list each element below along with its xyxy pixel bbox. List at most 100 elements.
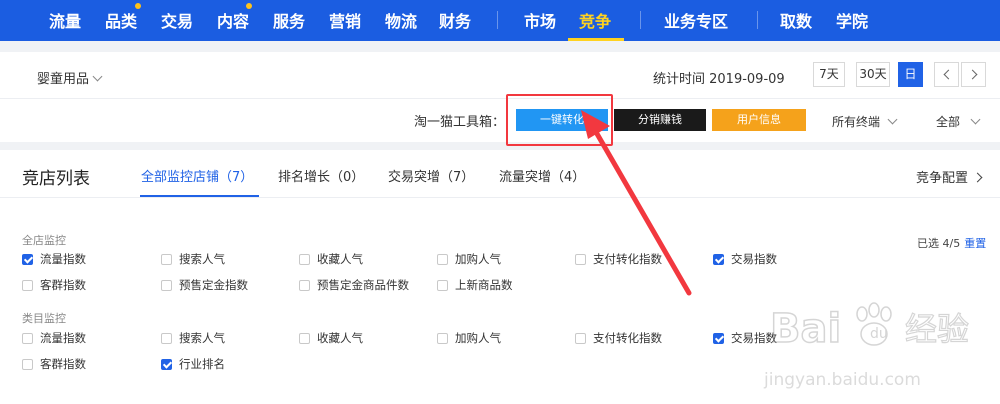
tab-rank-growth[interactable]: 排名增长（0）	[278, 166, 364, 185]
group-label-category: 类目监控	[22, 312, 66, 325]
nav-item-business-zone[interactable]: 业务专区	[664, 8, 728, 32]
period-7-days-button[interactable]: 7天	[813, 62, 845, 87]
chevron-right-icon	[967, 69, 978, 80]
user-info-button[interactable]: 用户信息	[712, 109, 806, 131]
checkbox-checked-icon	[713, 254, 724, 265]
nav-separator	[640, 11, 641, 29]
checkbox-store-cart-popularity[interactable]: 加购人气	[437, 251, 501, 267]
terminal-dropdown[interactable]: 所有终端	[832, 113, 898, 130]
nav-item-category[interactable]: 品类	[105, 8, 137, 32]
checkbox-label: 流量指数	[40, 252, 86, 266]
checkbox-label: 流量指数	[40, 331, 86, 345]
checkbox-cat-customer-index[interactable]: 客群指数	[22, 356, 86, 372]
period-day-button[interactable]: 日	[898, 62, 923, 87]
top-nav: 流量 品类 交易 内容 服务 营销 物流 财务 市场 竞争 业务专区 取数 学院	[0, 0, 1000, 41]
checkbox-icon	[161, 280, 172, 291]
toolbox-label: 淘一猫工具箱：	[414, 115, 506, 130]
tab-traffic-surge[interactable]: 流量突增（4）	[499, 166, 585, 185]
prev-date-button[interactable]	[934, 62, 959, 87]
selected-count: 已选 4/5 重置	[917, 235, 986, 251]
nav-separator	[497, 11, 498, 29]
chevron-right-icon	[972, 172, 983, 183]
annotation-highlight-box	[506, 94, 613, 146]
competition-config-link[interactable]: 竞争配置	[916, 167, 983, 186]
nav-item-logistics[interactable]: 物流	[385, 8, 417, 32]
checkbox-label: 交易指数	[731, 331, 777, 345]
checkbox-icon	[437, 333, 448, 344]
checkbox-icon	[437, 254, 448, 265]
checkbox-label: 收藏人气	[317, 331, 363, 345]
reset-link[interactable]: 重置	[964, 237, 986, 250]
checkbox-icon	[161, 333, 172, 344]
notification-dot-icon	[246, 3, 252, 9]
checkbox-label: 加购人气	[455, 331, 501, 345]
period-30-days-button[interactable]: 30天	[856, 62, 890, 87]
divider	[0, 197, 1000, 198]
nav-item-traffic[interactable]: 流量	[49, 8, 81, 32]
nav-item-finance[interactable]: 财务	[439, 8, 471, 32]
checkbox-label: 加购人气	[455, 252, 501, 266]
checkbox-icon	[22, 280, 33, 291]
checkbox-label: 客群指数	[40, 357, 86, 371]
nav-item-trade[interactable]: 交易	[161, 8, 193, 32]
chevron-down-icon	[92, 71, 103, 82]
checkbox-label: 搜索人气	[179, 252, 225, 266]
distribution-earn-button[interactable]: 分销赚钱	[614, 109, 706, 131]
category-dropdown[interactable]: 婴童用品	[37, 68, 103, 87]
checkbox-icon	[299, 254, 310, 265]
competitor-list-panel: 竞店列表 全部监控店铺（7） 排名增长（0） 交易突增（7） 流量突增（4） 竞…	[0, 150, 1000, 404]
divider	[0, 98, 1000, 99]
nav-item-fetch-data[interactable]: 取数	[780, 8, 812, 32]
chevron-down-icon	[887, 114, 898, 125]
checkbox-cat-pay-conversion[interactable]: 支付转化指数	[575, 330, 662, 346]
nav-item-service[interactable]: 服务	[273, 8, 305, 32]
checkbox-store-new-items[interactable]: 上新商品数	[437, 277, 513, 293]
checkbox-label: 客群指数	[40, 278, 86, 292]
tab-all-monitored[interactable]: 全部监控店铺（7）	[141, 166, 253, 185]
nav-item-academy[interactable]: 学院	[836, 8, 868, 32]
nav-item-content[interactable]: 内容	[217, 8, 249, 32]
nav-item-marketing[interactable]: 营销	[329, 8, 361, 32]
checkbox-label: 支付转化指数	[593, 331, 662, 345]
checkbox-store-trade-index[interactable]: 交易指数	[713, 251, 777, 267]
checkbox-icon	[299, 280, 310, 291]
checkbox-store-presale-item-count[interactable]: 预售定金商品件数	[299, 277, 409, 293]
checkbox-icon	[22, 359, 33, 370]
checkbox-store-pay-conversion[interactable]: 支付转化指数	[575, 251, 662, 267]
checkbox-cat-trade-index[interactable]: 交易指数	[713, 330, 777, 346]
nav-item-market[interactable]: 市场	[524, 8, 556, 32]
checkbox-cat-search-popularity[interactable]: 搜索人气	[161, 330, 225, 346]
scope-label: 全部	[936, 115, 961, 129]
checkbox-cat-favorite-popularity[interactable]: 收藏人气	[299, 330, 363, 346]
nav-item-competition[interactable]: 竞争	[579, 8, 611, 32]
category-label: 婴童用品	[37, 72, 90, 87]
checkbox-cat-cart-popularity[interactable]: 加购人气	[437, 330, 501, 346]
watermark-url: jingyan.baidu.com	[764, 370, 921, 390]
checkbox-store-traffic-index[interactable]: 流量指数	[22, 251, 86, 267]
nav-separator	[757, 11, 758, 29]
checkbox-label: 支付转化指数	[593, 252, 662, 266]
checkbox-icon	[437, 280, 448, 291]
checkbox-checked-icon	[161, 359, 172, 370]
terminal-label: 所有终端	[832, 115, 881, 129]
checkbox-store-customer-index[interactable]: 客群指数	[22, 277, 86, 293]
notification-dot-icon	[135, 3, 141, 9]
checkbox-store-search-popularity[interactable]: 搜索人气	[161, 251, 225, 267]
checkbox-cat-traffic-index[interactable]: 流量指数	[22, 330, 86, 346]
checkbox-icon	[299, 333, 310, 344]
checkbox-label: 预售定金指数	[179, 278, 248, 292]
checkbox-store-favorite-popularity[interactable]: 收藏人气	[299, 251, 363, 267]
checkbox-label: 行业排名	[179, 357, 225, 371]
checkbox-icon	[575, 254, 586, 265]
scope-dropdown[interactable]: 全部	[936, 113, 981, 130]
tab-trade-surge[interactable]: 交易突增（7）	[388, 166, 474, 185]
checkbox-icon	[22, 333, 33, 344]
checkbox-cat-industry-rank[interactable]: 行业排名	[161, 356, 225, 372]
selected-count-text: 已选 4/5	[917, 237, 961, 250]
checkbox-icon	[161, 254, 172, 265]
checkbox-store-presale-deposit-index[interactable]: 预售定金指数	[161, 277, 248, 293]
config-label: 竞争配置	[916, 171, 969, 186]
next-date-button[interactable]	[961, 62, 986, 87]
checkbox-checked-icon	[713, 333, 724, 344]
filter-panel: 婴童用品 统计时间 2019-09-09 7天 30天 日 淘一猫工具箱： 一键…	[0, 52, 1000, 142]
